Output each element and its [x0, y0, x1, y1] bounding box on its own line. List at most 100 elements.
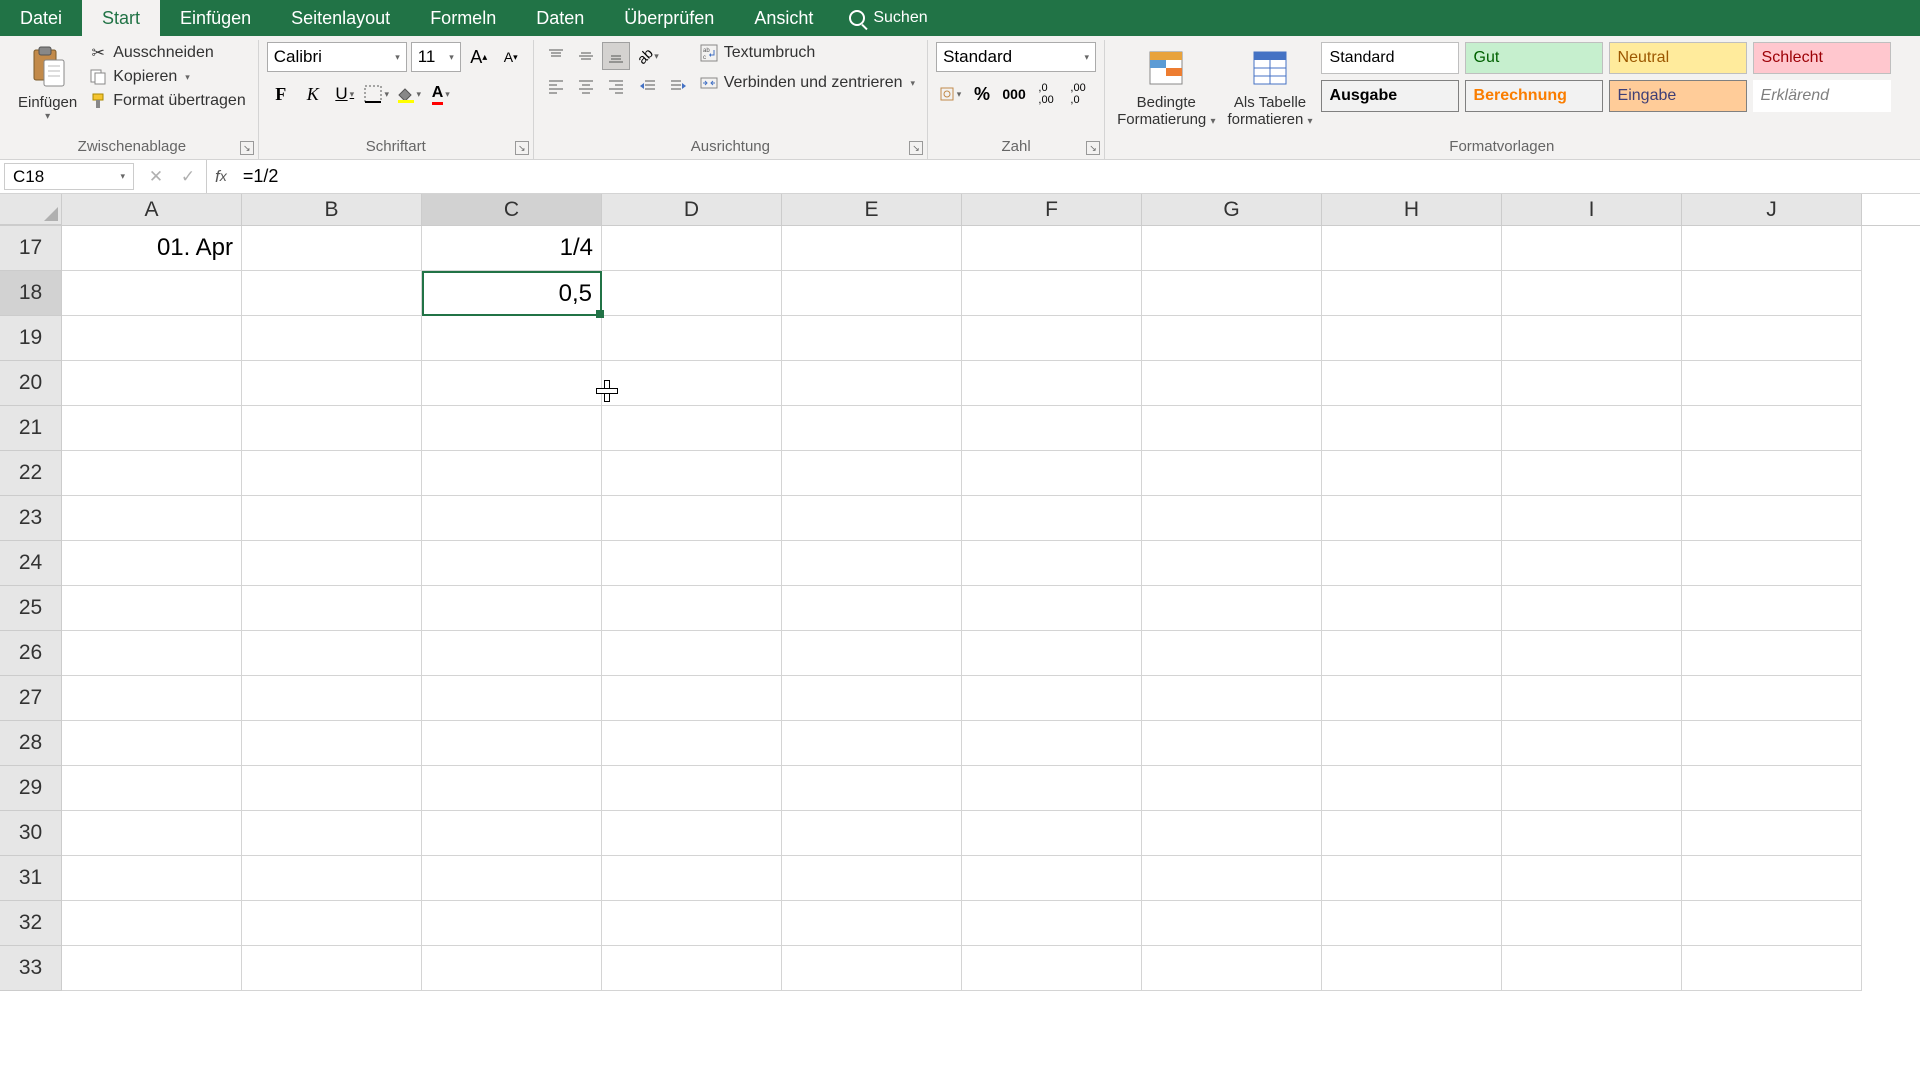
- cell-I18[interactable]: [1502, 271, 1682, 316]
- cell-J17[interactable]: [1682, 226, 1862, 271]
- row-header-18[interactable]: 18: [0, 271, 62, 316]
- cell-F20[interactable]: [962, 361, 1142, 406]
- cell-F17[interactable]: [962, 226, 1142, 271]
- cell-D26[interactable]: [602, 631, 782, 676]
- alignment-dialog-launcher[interactable]: ↘: [909, 141, 923, 155]
- cell-G25[interactable]: [1142, 586, 1322, 631]
- format-as-table-button[interactable]: Als Tabelle formatieren ▾: [1223, 42, 1316, 130]
- underline-button[interactable]: U▾: [331, 80, 359, 108]
- col-header-G[interactable]: G: [1142, 194, 1322, 225]
- cell-J19[interactable]: [1682, 316, 1862, 361]
- cell-H29[interactable]: [1322, 766, 1502, 811]
- cell-D28[interactable]: [602, 721, 782, 766]
- cell-E31[interactable]: [782, 856, 962, 901]
- cell-C18[interactable]: 0,5: [422, 271, 602, 316]
- cell-G21[interactable]: [1142, 406, 1322, 451]
- cell-D25[interactable]: [602, 586, 782, 631]
- cell-C25[interactable]: [422, 586, 602, 631]
- col-header-B[interactable]: B: [242, 194, 422, 225]
- cell-D24[interactable]: [602, 541, 782, 586]
- col-header-A[interactable]: A: [62, 194, 242, 225]
- cell-A32[interactable]: [62, 901, 242, 946]
- name-box[interactable]: C18▾: [4, 163, 134, 190]
- cell-G33[interactable]: [1142, 946, 1322, 991]
- cell-I25[interactable]: [1502, 586, 1682, 631]
- comma-button[interactable]: 000: [1000, 80, 1028, 108]
- cell-C21[interactable]: [422, 406, 602, 451]
- col-header-J[interactable]: J: [1682, 194, 1862, 225]
- cell-A19[interactable]: [62, 316, 242, 361]
- cell-A26[interactable]: [62, 631, 242, 676]
- cell-E27[interactable]: [782, 676, 962, 721]
- align-bottom-button[interactable]: [602, 42, 630, 70]
- row-header-24[interactable]: 24: [0, 541, 62, 586]
- row-header-19[interactable]: 19: [0, 316, 62, 361]
- cell-G22[interactable]: [1142, 451, 1322, 496]
- cell-B17[interactable]: [242, 226, 422, 271]
- cell-J20[interactable]: [1682, 361, 1862, 406]
- formula-cancel-button[interactable]: ✕: [144, 165, 168, 189]
- cell-A27[interactable]: [62, 676, 242, 721]
- cell-B28[interactable]: [242, 721, 422, 766]
- menu-formeln[interactable]: Formeln: [410, 0, 516, 36]
- align-center-button[interactable]: [572, 72, 600, 100]
- row-header-32[interactable]: 32: [0, 901, 62, 946]
- cell-A22[interactable]: [62, 451, 242, 496]
- cell-J28[interactable]: [1682, 721, 1862, 766]
- cell-H32[interactable]: [1322, 901, 1502, 946]
- align-top-button[interactable]: [542, 42, 570, 70]
- cell-A17[interactable]: 01. Apr: [62, 226, 242, 271]
- cell-E24[interactable]: [782, 541, 962, 586]
- cell-E28[interactable]: [782, 721, 962, 766]
- cell-F31[interactable]: [962, 856, 1142, 901]
- cell-I22[interactable]: [1502, 451, 1682, 496]
- cell-B22[interactable]: [242, 451, 422, 496]
- cell-F25[interactable]: [962, 586, 1142, 631]
- cell-D18[interactable]: [602, 271, 782, 316]
- copy-button[interactable]: Kopieren ▾: [85, 66, 250, 88]
- cell-H28[interactable]: [1322, 721, 1502, 766]
- shrink-font-button[interactable]: A▾: [497, 43, 525, 71]
- cell-E20[interactable]: [782, 361, 962, 406]
- menu-ueberpruefen[interactable]: Überprüfen: [604, 0, 734, 36]
- cell-C24[interactable]: [422, 541, 602, 586]
- cell-I30[interactable]: [1502, 811, 1682, 856]
- clipboard-dialog-launcher[interactable]: ↘: [240, 141, 254, 155]
- cell-B26[interactable]: [242, 631, 422, 676]
- cell-I33[interactable]: [1502, 946, 1682, 991]
- cell-H33[interactable]: [1322, 946, 1502, 991]
- cell-A21[interactable]: [62, 406, 242, 451]
- cell-C30[interactable]: [422, 811, 602, 856]
- cell-C26[interactable]: [422, 631, 602, 676]
- cell-I26[interactable]: [1502, 631, 1682, 676]
- conditional-format-button[interactable]: Bedingte Formatierung ▾: [1113, 42, 1219, 130]
- cell-B29[interactable]: [242, 766, 422, 811]
- cell-I19[interactable]: [1502, 316, 1682, 361]
- cell-D29[interactable]: [602, 766, 782, 811]
- cell-F32[interactable]: [962, 901, 1142, 946]
- cell-D27[interactable]: [602, 676, 782, 721]
- cell-G28[interactable]: [1142, 721, 1322, 766]
- cell-D19[interactable]: [602, 316, 782, 361]
- cell-I23[interactable]: [1502, 496, 1682, 541]
- cell-J32[interactable]: [1682, 901, 1862, 946]
- cell-E18[interactable]: [782, 271, 962, 316]
- cell-C23[interactable]: [422, 496, 602, 541]
- cell-A31[interactable]: [62, 856, 242, 901]
- cell-F21[interactable]: [962, 406, 1142, 451]
- cell-H19[interactable]: [1322, 316, 1502, 361]
- col-header-D[interactable]: D: [602, 194, 782, 225]
- cell-G32[interactable]: [1142, 901, 1322, 946]
- cell-E21[interactable]: [782, 406, 962, 451]
- align-left-button[interactable]: [542, 72, 570, 100]
- increase-decimal-button[interactable]: ,0,00: [1032, 80, 1060, 108]
- cell-B20[interactable]: [242, 361, 422, 406]
- cell-B27[interactable]: [242, 676, 422, 721]
- merge-center-button[interactable]: Verbinden und zentrieren ▾: [696, 72, 919, 94]
- row-header-33[interactable]: 33: [0, 946, 62, 991]
- cell-J33[interactable]: [1682, 946, 1862, 991]
- cell-B19[interactable]: [242, 316, 422, 361]
- cell-J23[interactable]: [1682, 496, 1862, 541]
- cell-B31[interactable]: [242, 856, 422, 901]
- cell-E29[interactable]: [782, 766, 962, 811]
